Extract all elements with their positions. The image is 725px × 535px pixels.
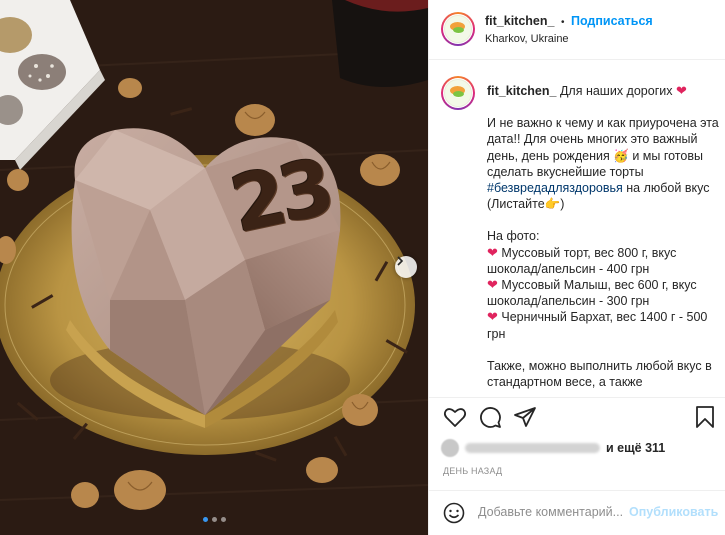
heart-emoji: ❤ <box>675 83 687 98</box>
next-photo-button[interactable] <box>395 256 417 278</box>
liker-avatar <box>441 439 459 457</box>
heart-emoji: ❤ <box>487 309 498 325</box>
party-emoji: 🥳 <box>613 148 629 163</box>
emoji-smiley-icon[interactable] <box>443 502 465 524</box>
instagram-post-modal: 23 fit_kitchen_ • Подписаться Kharkov, U… <box>0 0 725 535</box>
photo-list-header: На фото: <box>487 229 540 244</box>
bookmark-icon[interactable] <box>694 405 716 429</box>
carousel-dot <box>211 517 217 522</box>
fit-kitchen-logo <box>444 79 472 107</box>
like-heart-icon[interactable] <box>443 405 467 429</box>
likes-summary[interactable]: и ещё 311 <box>441 437 721 459</box>
caption-section: fit_kitchen_ Для наших дорогих ❤ И не ва… <box>429 60 725 398</box>
pointing-emoji: 👉 <box>544 197 561 212</box>
follow-button[interactable]: Подписаться <box>571 14 653 28</box>
separator-dot: • <box>560 17 565 28</box>
post-side-panel: fit_kitchen_ • Подписаться Kharkov, Ukra… <box>428 0 725 535</box>
action-bar <box>429 405 725 433</box>
comment-icon[interactable] <box>478 405 502 429</box>
hashtag-link[interactable]: #безвредадляздоровья <box>487 181 623 195</box>
liker-name-blurred <box>465 443 600 453</box>
post-location[interactable]: Kharkov, Ukraine <box>485 33 569 45</box>
comment-bar: Опубликовать <box>429 490 725 535</box>
likes-count[interactable]: и ещё 311 <box>606 441 665 455</box>
heart-emoji: ❤ <box>487 277 498 293</box>
caption-text: fit_kitchen_ Для наших дорогих ❤ И не ва… <box>487 83 719 390</box>
post-timestamp[interactable]: ДЕНЬ НАЗАД <box>443 466 502 476</box>
carousel-dot-active <box>202 517 208 522</box>
carousel-indicator <box>0 517 428 522</box>
product-item-3: Черничный Бархат, вес 1400 г - 500 грн <box>487 310 708 341</box>
fit-kitchen-logo <box>444 15 472 43</box>
chevron-right-icon <box>397 256 404 266</box>
author-avatar[interactable] <box>441 12 475 46</box>
caption-avatar[interactable] <box>441 76 475 110</box>
product-item-2: Муссовый Малыш, вес 600 г, вкус шоколад/… <box>487 278 697 309</box>
caption-intro: Для наших дорогих <box>559 84 673 98</box>
share-send-icon[interactable] <box>513 405 537 429</box>
product-item-1: Муссовый торт, вес 800 г, вкус шоколад/а… <box>487 245 677 276</box>
post-photo[interactable]: 23 <box>0 0 428 535</box>
caption-paragraph-3: Также, можно выполнить любой вкус в стан… <box>487 358 712 390</box>
heart-emoji: ❤ <box>487 244 498 260</box>
publish-comment-button[interactable]: Опубликовать <box>629 505 718 519</box>
caption-paragraph-1-end: ) <box>560 197 565 212</box>
author-username[interactable]: fit_kitchen_ <box>485 14 554 28</box>
caption-username[interactable]: fit_kitchen_ <box>487 84 556 98</box>
cake-illustration <box>0 0 428 535</box>
comment-input[interactable] <box>478 505 628 519</box>
carousel-dot <box>220 517 226 522</box>
post-header: fit_kitchen_ • Подписаться Kharkov, Ukra… <box>429 0 725 60</box>
